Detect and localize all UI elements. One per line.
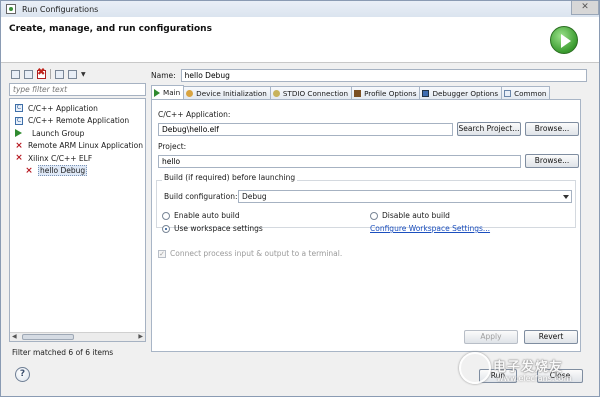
banner-title: Create, manage, and run configurations (9, 24, 212, 34)
build-configuration-select[interactable]: Debug (238, 190, 572, 203)
common-icon (504, 89, 512, 97)
scroll-left-icon[interactable]: ◀ (12, 333, 17, 341)
tab-debugger-options[interactable]: Debugger Options (419, 86, 503, 99)
configure-workspace-settings-link[interactable]: Configure Workspace Settings... (370, 224, 490, 233)
filter-icon[interactable] (68, 69, 77, 79)
tab-device-initialization[interactable]: Device Initialization (183, 86, 271, 99)
tab-label: Profile Options (364, 88, 417, 98)
name-row: Name: (151, 67, 587, 83)
run-button[interactable]: Run (479, 369, 517, 383)
app-icon (6, 4, 16, 14)
debugger-icon (422, 89, 430, 97)
revert-button[interactable]: Revert (524, 330, 578, 344)
title-bar: Run Configurations ✕ (1, 1, 599, 17)
collapse-all-icon[interactable] (55, 69, 64, 79)
build-group (156, 180, 576, 228)
build-group-label: Build (if required) before launching (162, 173, 298, 182)
configuration-list-panel: ▼ C C/C++ Application C C/C++ Remote App… (9, 67, 147, 357)
tab-label: Main (163, 88, 181, 97)
tree-item-launch-group[interactable]: Launch Group (10, 127, 145, 140)
c-application-label: C/C++ Application: (158, 110, 231, 119)
scroll-right-icon[interactable]: ▶ (138, 333, 143, 341)
tab-strip: Main Device Initialization STDIO Connect… (151, 85, 587, 99)
browse-project-button[interactable]: Browse... (525, 154, 579, 168)
help-icon[interactable]: ? (15, 367, 30, 382)
profile-icon (354, 89, 362, 97)
search-project-button[interactable]: Search Project... (457, 122, 521, 136)
c-application-field[interactable] (158, 123, 453, 136)
radio-label: Use workspace settings (174, 224, 263, 233)
xilinx-icon: ⨯ (15, 153, 23, 164)
build-configuration-label: Build configuration: (164, 192, 238, 201)
tab-stdio-connection[interactable]: STDIO Connection (269, 86, 353, 99)
connect-process-checkbox[interactable]: ✓ Connect process input & output to a te… (158, 249, 342, 258)
use-workspace-settings-radio[interactable]: Use workspace settings (162, 224, 263, 233)
tree-item-label: Remote ARM Linux Application (28, 141, 144, 151)
enable-auto-build-radio[interactable]: Enable auto build (162, 211, 240, 220)
tab-label: Common (514, 88, 547, 98)
tree-item-c-application[interactable]: C C/C++ Application (10, 102, 145, 115)
configuration-detail-panel: Name: Main Device Initialization STDIO C… (151, 67, 587, 352)
window-title: Run Configurations (22, 4, 99, 14)
toolbar-separator (50, 69, 51, 79)
launch-group-icon (15, 129, 22, 138)
main-tab-icon (154, 88, 160, 97)
duplicate-icon[interactable] (24, 69, 33, 79)
chevron-down-icon (563, 195, 569, 199)
browse-application-button[interactable]: Browse... (525, 122, 579, 136)
radio-icon (370, 211, 378, 220)
tree-item-label: C/C++ Application (28, 103, 98, 113)
left-toolbar: ▼ (9, 67, 147, 81)
tab-label: Debugger Options (432, 88, 499, 98)
apply-button[interactable]: Apply (464, 330, 518, 344)
main-tab-body: C/C++ Application: Search Project... Bro… (151, 99, 581, 352)
configuration-tree: C C/C++ Application C C/C++ Remote Appli… (9, 98, 146, 342)
tree-item-c-remote-application[interactable]: C C/C++ Remote Application (10, 115, 145, 128)
c-remote-icon: C (15, 116, 23, 125)
close-button[interactable]: Close (537, 369, 583, 383)
run-icon (550, 26, 578, 54)
name-label: Name: (151, 70, 176, 80)
window-close-button[interactable]: ✕ (571, 1, 599, 15)
device-init-icon (186, 89, 194, 97)
tab-label: STDIO Connection (282, 88, 349, 98)
radio-label: Enable auto build (174, 211, 240, 220)
header-banner: Create, manage, and run configurations (1, 17, 599, 63)
chevron-down-icon[interactable]: ▼ (81, 71, 86, 78)
horizontal-scrollbar[interactable]: ◀ ▶ (10, 332, 145, 341)
tree-item-label: C/C++ Remote Application (28, 116, 130, 126)
name-field[interactable] (180, 68, 587, 82)
project-label: Project: (158, 142, 187, 151)
filter-input[interactable] (9, 83, 146, 96)
stdio-icon (272, 89, 280, 97)
new-configuration-icon[interactable] (11, 69, 20, 79)
tab-main[interactable]: Main (151, 85, 185, 99)
tree-item-remote-arm-linux[interactable]: ⨯ Remote ARM Linux Application (10, 140, 145, 153)
tab-common[interactable]: Common (501, 86, 551, 99)
radio-icon (162, 211, 170, 220)
run-configurations-window: Run Configurations ✕ Create, manage, and… (0, 0, 600, 397)
xilinx-icon: ⨯ (15, 140, 23, 151)
checkbox-checked-icon: ✓ (158, 249, 166, 258)
delete-icon[interactable] (37, 67, 46, 79)
filter-status: Filter matched 6 of 6 items (12, 348, 114, 357)
tree-item-hello-debug[interactable]: ⨯ hello Debug (10, 165, 145, 178)
tab-label: Device Initialization (196, 88, 267, 98)
radio-label: Disable auto build (382, 211, 450, 220)
checkbox-label: Connect process input & output to a term… (170, 249, 343, 258)
disable-auto-build-radio[interactable]: Disable auto build (370, 211, 450, 220)
xilinx-icon: ⨯ (25, 165, 33, 176)
tree-item-label: Xilinx C/C++ ELF (28, 153, 93, 163)
project-field[interactable] (158, 155, 521, 168)
tree-item-xilinx-elf[interactable]: ⨯ Xilinx C/C++ ELF (10, 152, 145, 165)
c-app-icon: C (15, 104, 23, 113)
tab-profile-options[interactable]: Profile Options (351, 86, 421, 99)
build-configuration-value: Debug (242, 192, 267, 201)
scrollbar-thumb[interactable] (22, 334, 74, 340)
tree-item-label: Launch Group (32, 128, 85, 138)
radio-selected-icon (162, 224, 170, 233)
tree-item-label: hello Debug (38, 165, 88, 177)
